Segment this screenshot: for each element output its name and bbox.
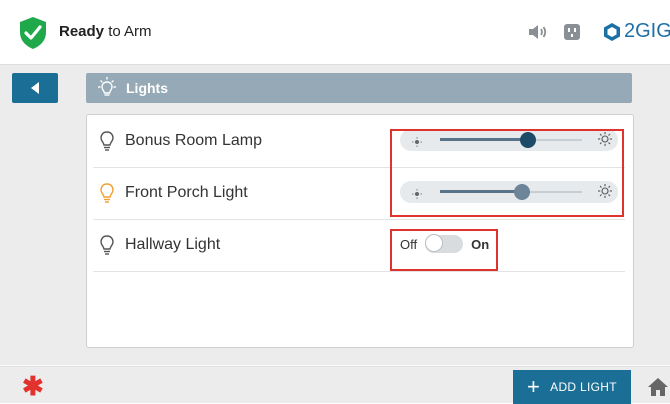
brand-name: 2GIG xyxy=(624,20,670,42)
brand-logo: 2GIG xyxy=(603,20,670,43)
status-rest: to Arm xyxy=(104,23,152,40)
add-light-button[interactable]: + ADD LIGHT xyxy=(513,370,631,404)
speaker-icon[interactable] xyxy=(527,22,549,42)
outlet-icon[interactable] xyxy=(563,22,581,42)
lightbulb-icon xyxy=(98,77,116,96)
plus-icon: + xyxy=(527,374,541,399)
home-icon[interactable] xyxy=(647,377,669,397)
light-name: Bonus Room Lamp xyxy=(125,132,262,149)
footer-bar: ✱ + ADD LIGHT xyxy=(0,366,670,404)
light-name: Hallway Light xyxy=(125,236,221,253)
page-title: Lights xyxy=(126,80,168,96)
add-light-label: ADD LIGHT xyxy=(550,380,617,394)
status-strong: Ready xyxy=(59,23,105,40)
lightbulb-icon xyxy=(100,235,114,255)
back-button[interactable] xyxy=(12,73,58,103)
2gig-logo-icon xyxy=(604,22,620,41)
highlight-switch xyxy=(390,229,498,271)
asterisk-icon[interactable]: ✱ xyxy=(22,371,44,402)
moon-icon[interactable] xyxy=(498,22,516,42)
lightbulb-icon xyxy=(100,183,114,203)
header-bar: Ready to Arm 2GIG xyxy=(0,0,670,65)
light-row-hallway-light: Hallway Light Off On xyxy=(93,219,625,272)
page-title-bar: Lights xyxy=(86,73,632,103)
light-name: Front Porch Light xyxy=(125,184,248,201)
main-content: Lights Bonus Room Lamp Front Porch Light… xyxy=(0,65,670,365)
shield-check-icon[interactable] xyxy=(18,16,48,50)
highlight-dimmers xyxy=(390,129,624,217)
lightbulb-icon xyxy=(100,131,114,151)
system-status[interactable]: Ready to Arm xyxy=(59,23,152,40)
lights-screen: Ready to Arm 2GIG Lights Bonus Room Lamp… xyxy=(0,0,670,404)
back-arrow-icon xyxy=(31,82,39,94)
